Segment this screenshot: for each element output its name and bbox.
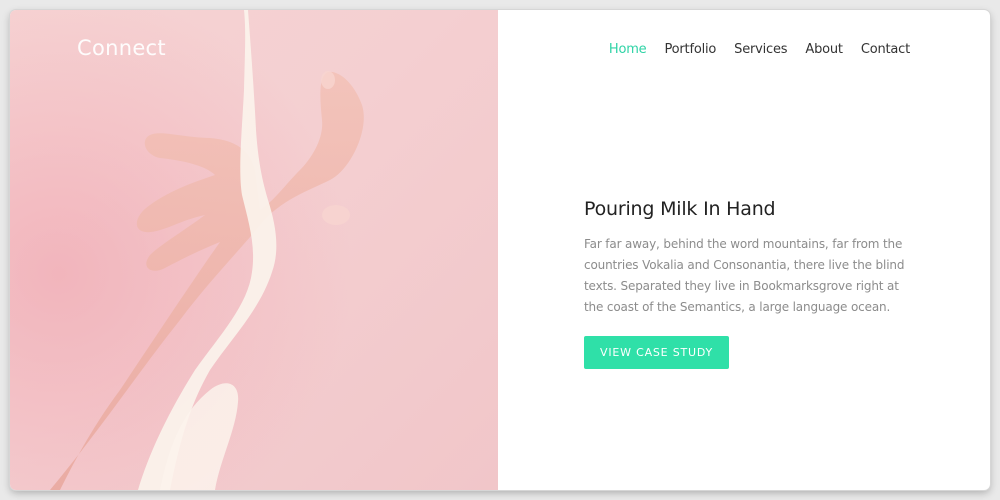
view-case-study-button[interactable]: VIEW CASE STUDY — [584, 336, 730, 369]
nav-item-about[interactable]: About — [805, 42, 843, 57]
nav-item-services[interactable]: Services — [734, 42, 787, 57]
hero-content: Pouring Milk In Hand Far far away, behin… — [584, 198, 914, 369]
hero-description: Far far away, behind the word mountains,… — [584, 237, 905, 314]
nav-item-contact[interactable]: Contact — [861, 42, 910, 57]
main-nav: Home Portfolio Services About Contact — [609, 42, 910, 57]
brand-logo[interactable]: Connect — [77, 36, 166, 60]
nav-item-portfolio[interactable]: Portfolio — [664, 42, 716, 57]
browser-frame: Connect Home Portfolio Services About Co… — [10, 10, 990, 490]
hero-image-hand-milk — [10, 10, 498, 490]
hand-milk-illustration — [10, 10, 498, 490]
hero-title: Pouring Milk In Hand — [584, 198, 776, 220]
nav-item-home[interactable]: Home — [609, 42, 647, 57]
